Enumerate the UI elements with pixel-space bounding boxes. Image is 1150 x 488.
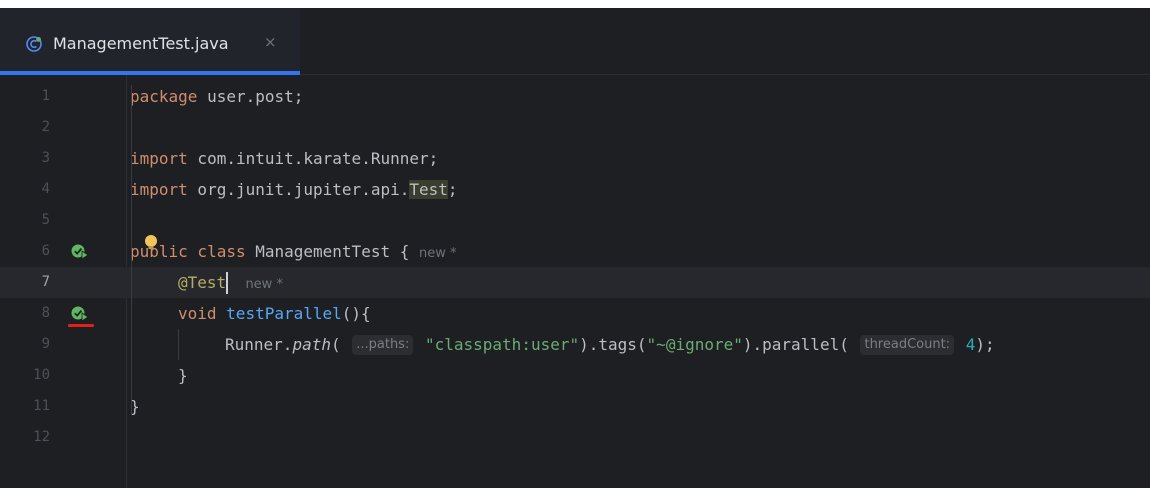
line-number: 11: [33, 398, 50, 414]
code-text: org.junit.jupiter.api.: [187, 180, 410, 199]
line-number: 5: [41, 212, 50, 228]
code-text: );: [975, 335, 995, 354]
code-line: 11 }: [0, 391, 1150, 422]
code-line: 6 public class ManagementTest { new *: [0, 234, 1150, 269]
code-line: 8 void testParallel(){: [0, 298, 1150, 329]
text-caret: [226, 272, 228, 294]
line-number: 4: [41, 181, 50, 197]
highlighted-symbol: Test: [409, 180, 448, 199]
code-text: com.intuit.karate.Runner;: [187, 149, 439, 168]
string-literal: "classpath:user": [424, 335, 580, 354]
code-line: 2: [0, 112, 1150, 143]
line-number: 3: [41, 150, 50, 166]
parameter-hint[interactable]: threadCount:: [860, 335, 955, 355]
line-content[interactable]: import org.junit.jupiter.api.Test;: [130, 174, 458, 205]
line-content[interactable]: package user.post;: [130, 81, 303, 112]
code-text: ;: [447, 180, 458, 199]
code-line: 10 }: [0, 360, 1150, 391]
java-class-icon: [26, 36, 42, 52]
editor-window: ManagementTest.java × 1 package user.pos…: [0, 8, 1150, 488]
tab-managementtest-java[interactable]: ManagementTest.java ×: [0, 8, 300, 75]
editor-tab-bar: ManagementTest.java ×: [0, 8, 1150, 75]
code-line: 12: [0, 422, 1150, 453]
code-line: 3 import com.intuit.karate.Runner;: [0, 143, 1150, 174]
code-text: }: [178, 366, 188, 385]
keyword: void: [178, 304, 217, 323]
line-number: 10: [33, 367, 50, 383]
line-content[interactable]: Runner.path( ...paths: "classpath:user")…: [225, 329, 995, 360]
indent-guide: [131, 85, 132, 415]
keyword: import: [130, 180, 188, 199]
code-text: user.post;: [197, 87, 304, 106]
string-literal: "~@ignore": [646, 335, 743, 354]
parameter-hint[interactable]: ...paths:: [352, 335, 414, 355]
line-content[interactable]: public class ManagementTest { new *: [130, 236, 457, 269]
code-line: 9 Runner.path( ...paths: "classpath:user…: [0, 329, 1150, 360]
annotation: @Test: [178, 273, 227, 292]
line-number: 6: [41, 243, 50, 259]
code-text: (){: [341, 304, 371, 323]
code-text: ManagementTest {: [245, 242, 419, 261]
code-text: (: [330, 335, 351, 354]
indent-guide: [178, 329, 179, 360]
run-test-icon[interactable]: [70, 243, 90, 261]
code-text: ).parallel(: [742, 335, 859, 354]
line-content[interactable]: @Test new *: [178, 267, 283, 300]
line-number: 9: [41, 336, 50, 352]
method-name: testParallel: [226, 304, 342, 323]
keyword: import: [130, 149, 188, 168]
method-call: path: [292, 335, 331, 354]
line-number: 12: [33, 429, 50, 445]
line-content[interactable]: }: [178, 360, 188, 391]
intention-bulb-icon[interactable]: [143, 234, 159, 252]
line-number: 7: [41, 274, 50, 290]
line-content[interactable]: import com.intuit.karate.Runner;: [130, 143, 438, 174]
tab-label: ManagementTest.java: [53, 34, 229, 53]
line-number: 1: [41, 88, 50, 104]
number-literal: 4: [965, 335, 976, 354]
error-underline: [68, 324, 94, 327]
line-number: 8: [41, 305, 50, 321]
usage-hint[interactable]: new *: [419, 246, 457, 261]
code-text: Runner.: [225, 335, 293, 354]
code-line: 5: [0, 205, 1150, 236]
line-number: 2: [41, 119, 50, 135]
run-test-icon[interactable]: [70, 305, 90, 323]
code-text: ).tags(: [579, 335, 647, 354]
code-line: 1 package user.post;: [0, 81, 1150, 112]
code-line-current: 7 @Test new *: [0, 267, 1150, 298]
usage-hint[interactable]: new *: [245, 277, 283, 292]
tab-close-icon[interactable]: ×: [264, 33, 277, 51]
line-content[interactable]: void testParallel(){: [178, 298, 371, 329]
code-line: 4 import org.junit.jupiter.api.Test;: [0, 174, 1150, 205]
keyword: package: [130, 87, 198, 106]
code-editor[interactable]: 1 package user.post; 2 3 import com.intu…: [0, 75, 1150, 488]
